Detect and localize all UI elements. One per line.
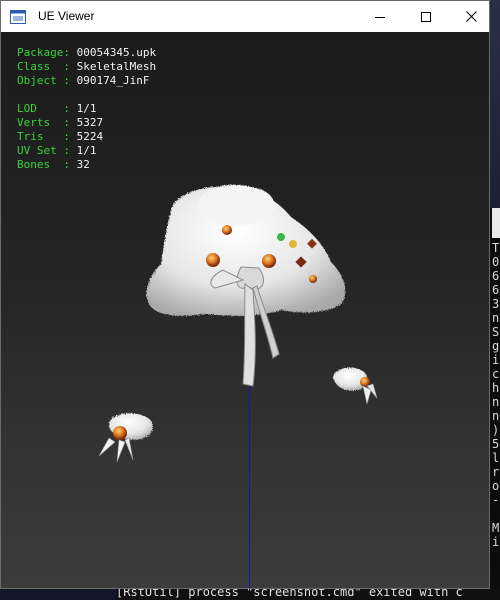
background-console-line: [RstUtil] process "screenshot.cmd" exite…: [116, 589, 500, 600]
gem-ornament: [262, 254, 276, 268]
console-char: [492, 507, 500, 521]
console-char: n: [492, 409, 500, 423]
gem-ornament: [206, 253, 220, 267]
console-char: T: [492, 241, 500, 255]
console-char: n: [492, 311, 500, 325]
console-char: h: [492, 381, 500, 395]
close-button[interactable]: [448, 1, 494, 32]
title-bar[interactable]: UE Viewer: [1, 1, 489, 32]
console-char: o: [492, 479, 500, 493]
window-title: UE Viewer: [38, 9, 95, 23]
fur-hat-model: [146, 184, 346, 387]
console-char: i: [492, 353, 500, 367]
minimize-icon: [375, 16, 385, 18]
console-char: n: [492, 395, 500, 409]
maximize-icon: [421, 11, 431, 22]
console-output-text: [RstUtil] process "screenshot.cmd" exite…: [116, 589, 463, 599]
close-icon: [465, 11, 477, 22]
console-char: g: [492, 339, 500, 353]
console-char: i: [492, 535, 500, 549]
gem-ornament: [309, 275, 317, 283]
background-console-panel: T 0 6 6 3 n Sg i c h n n) 5 l r o - Mi: [490, 208, 500, 600]
console-char: ): [492, 423, 500, 437]
console-char: M: [492, 521, 500, 535]
skeletal-mesh-render: [98, 184, 378, 463]
console-char: r: [492, 465, 500, 479]
gem-ornament: [289, 240, 297, 248]
ue-viewer-window: UE Viewer Package: 00054345.upk Class : …: [0, 0, 490, 589]
console-char: 0: [492, 255, 500, 269]
console-char: l: [492, 451, 500, 465]
3d-viewport[interactable]: Package: 00054345.upk Class : SkeletalMe…: [1, 32, 489, 588]
maximize-button[interactable]: [403, 1, 449, 32]
console-char: c: [492, 367, 500, 381]
console-char: S: [492, 325, 500, 339]
gem-ornament: [277, 233, 285, 241]
minimize-button[interactable]: [357, 1, 403, 32]
small-fur-piece-left: [98, 413, 153, 463]
gem-ornament: [222, 225, 232, 235]
small-fur-piece-right: [333, 367, 378, 405]
console-char: -: [492, 493, 500, 507]
background-console-text: T 0 6 6 3 n Sg i c h n n) 5 l r o - Mi: [492, 241, 500, 549]
console-char: 6: [492, 283, 500, 297]
console-char: 5: [492, 437, 500, 451]
app-icon: [10, 10, 26, 24]
console-char: 6: [492, 269, 500, 283]
background-panel-header: [492, 208, 500, 238]
console-char: 3: [492, 297, 500, 311]
